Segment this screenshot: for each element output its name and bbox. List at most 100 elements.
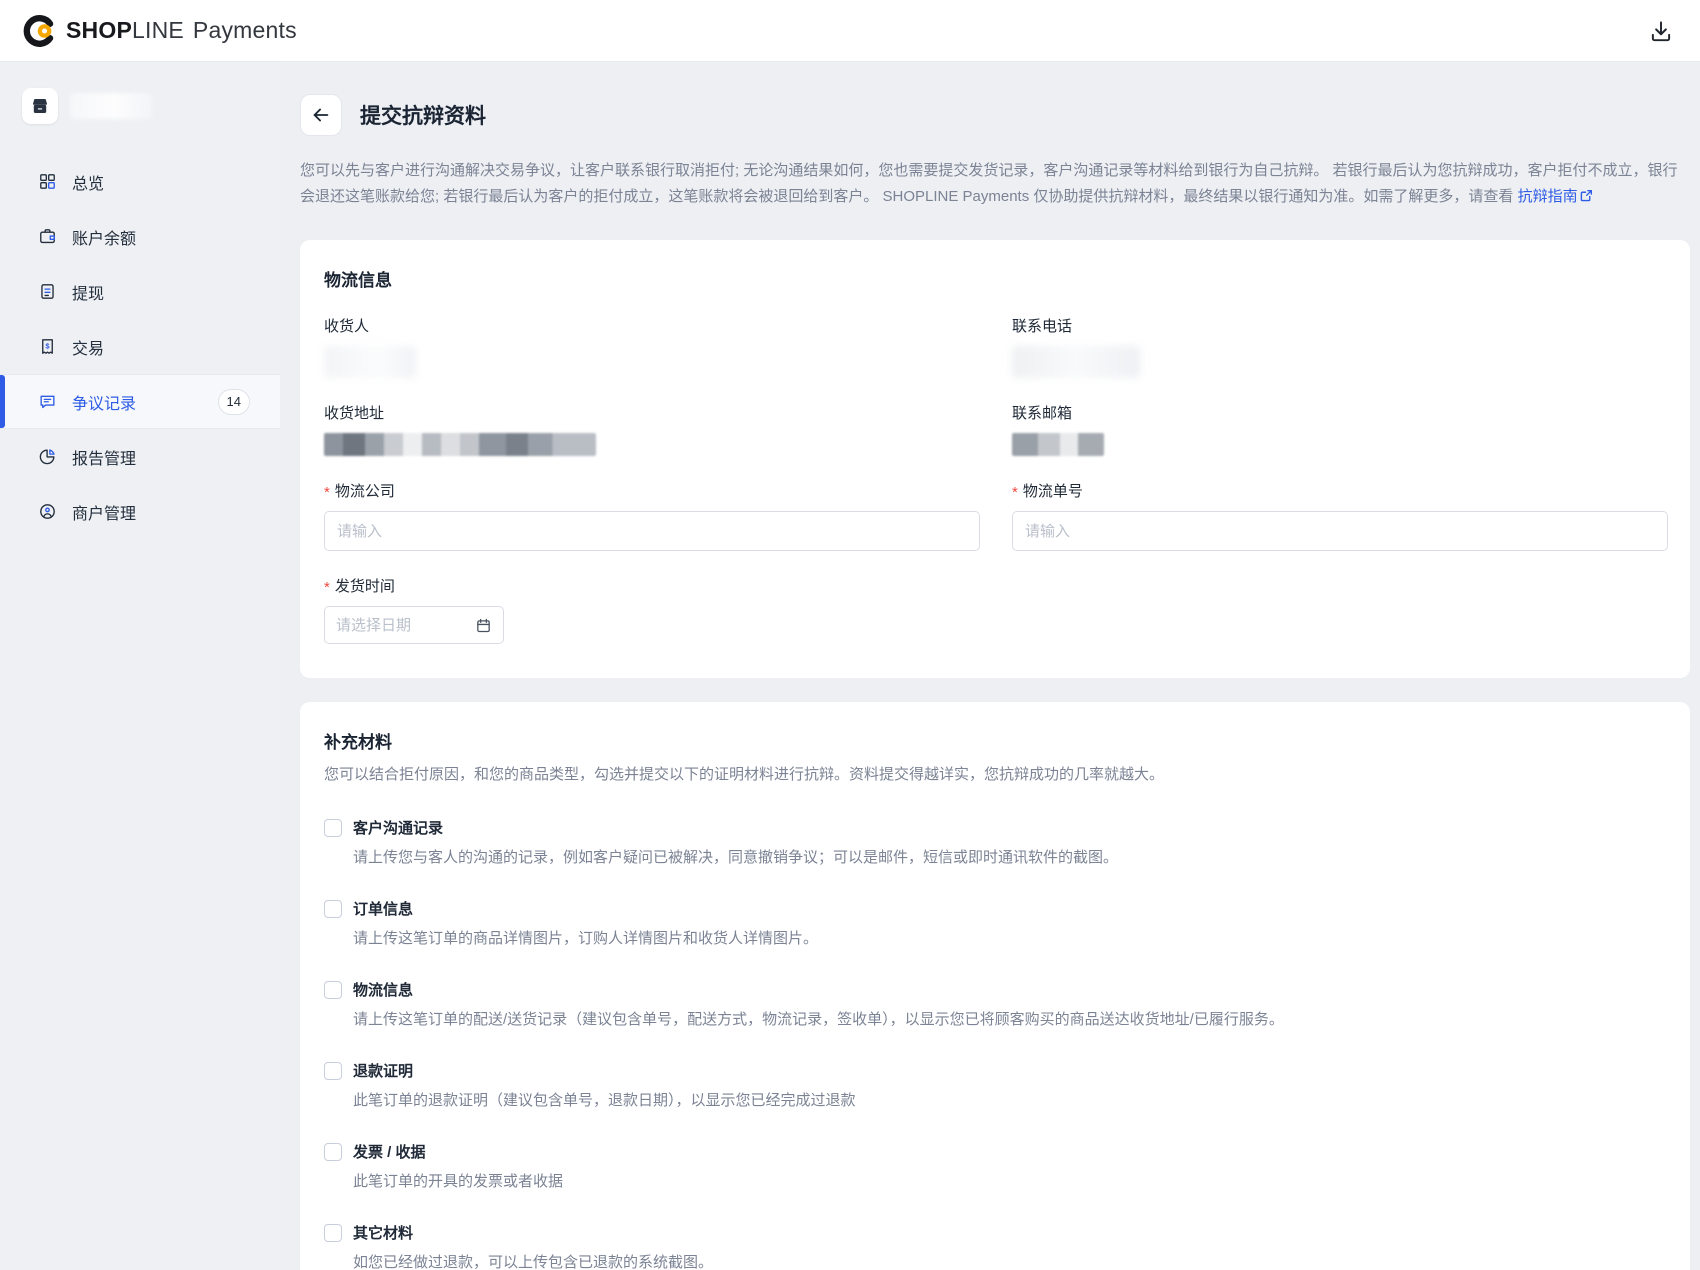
- logistics-company-label: 物流公司: [334, 483, 395, 500]
- sidebar: 总览 账户余额 提现 $ 交易 争议记录 14 报告管理 商户管理: [0, 62, 280, 1270]
- intro-paragraph: 您可以先与客户进行沟通解决交易争议，让客户联系银行取消拒付; 无论沟通结果如何，…: [300, 158, 1690, 210]
- material-checkbox[interactable]: [324, 1061, 342, 1080]
- logistics-field-grid: 收货人 联系电话 收货地址 联系邮箱 * 物流公司 请输入 * 物流单号 请输入…: [324, 315, 1668, 648]
- disputes-icon: [38, 392, 57, 411]
- material-checkbox[interactable]: [324, 1223, 342, 1242]
- consignee-label: 收货人: [324, 318, 370, 335]
- page-header: 提交抗辩资料: [300, 94, 1700, 136]
- ship-date-picker[interactable]: [324, 606, 504, 644]
- sidebar-item-overview[interactable]: 总览: [0, 154, 280, 209]
- download-icon: [1651, 20, 1671, 41]
- material-label: 订单信息: [353, 901, 414, 918]
- material-label: 客户沟通记录: [353, 820, 444, 837]
- logistics-card-title: 物流信息: [324, 271, 392, 290]
- material-item: 退款证明 此笔订单的退款证明（建议包含单号，退款日期），以显示您已经完成过退款: [324, 1060, 1666, 1112]
- balance-icon: [38, 227, 57, 246]
- material-item: 客户沟通记录 请上传您与客人的沟通的记录，例如客户疑问已被解决，同意撤销争议；可…: [324, 817, 1666, 869]
- store-selector[interactable]: [0, 88, 280, 124]
- material-item: 订单信息 请上传这笔订单的商品详情图片，订购人详情图片和收货人详情图片。: [324, 898, 1666, 950]
- ship-date-input[interactable]: [336, 616, 467, 634]
- main-content: 提交抗辩资料 您可以先与客户进行沟通解决交易争议，让客户联系银行取消拒付; 无论…: [280, 62, 1700, 1270]
- overview-icon: [38, 172, 57, 191]
- shopline-logo-icon: [23, 14, 54, 47]
- dispute-count-badge: 14: [217, 388, 250, 415]
- sidebar-item-label: 争议记录: [72, 395, 137, 413]
- material-checkbox[interactable]: [324, 1142, 342, 1161]
- material-label: 退款证明: [353, 1063, 414, 1080]
- material-label: 发票 / 收据: [353, 1144, 426, 1161]
- logistics-info-card: 物流信息 收货人 联系电话 收货地址 联系邮箱 * 物流公司 请输入 * 物流单…: [300, 240, 1690, 678]
- logistics-company-input[interactable]: [324, 511, 980, 551]
- required-marker: *: [324, 579, 330, 596]
- sidebar-item-label: 商户管理: [72, 505, 137, 523]
- materials-list: 客户沟通记录 请上传您与客人的沟通的记录，例如客户疑问已被解决，同意撤销争议；可…: [324, 817, 1666, 1270]
- brand-name: SHOP LINE Payments: [66, 17, 297, 44]
- sidebar-item-reports[interactable]: 报告管理: [0, 429, 280, 484]
- supplementary-materials-card: 补充材料 您可以结合拒付原因，和您的商品类型，勾选并提交以下的证明材料进行抗辩。…: [300, 702, 1690, 1270]
- address-value-redacted: [324, 433, 596, 456]
- phone-field: 联系电话: [1012, 315, 1668, 378]
- brand-logo: SHOP LINE Payments: [22, 14, 297, 48]
- back-button[interactable]: [300, 94, 342, 136]
- required-marker: *: [1012, 484, 1018, 501]
- material-checkbox[interactable]: [324, 899, 342, 918]
- email-field: 联系邮箱: [1012, 402, 1668, 456]
- phone-value-redacted: [1012, 346, 1140, 378]
- required-marker: *: [324, 484, 330, 501]
- brand-line: LINE: [131, 17, 184, 43]
- sidebar-item-label: 账户余额: [72, 230, 137, 248]
- transactions-icon: $: [38, 337, 57, 356]
- material-description: 此笔订单的退款证明（建议包含单号，退款日期），以显示您已经完成过退款: [353, 1092, 856, 1109]
- sidebar-item-merchant[interactable]: 商户管理: [0, 484, 280, 539]
- top-bar: SHOP LINE Payments: [0, 0, 1700, 62]
- material-description: 请上传这笔订单的商品详情图片，订购人详情图片和收货人详情图片。: [353, 930, 819, 947]
- sidebar-item-withdrawal[interactable]: 提现: [0, 264, 280, 319]
- material-label: 其它材料: [353, 1225, 414, 1242]
- material-description: 如您已经做过退款，可以上传包含已退款的系统截图。: [353, 1254, 714, 1270]
- reports-icon: [38, 447, 57, 466]
- materials-card-subtitle: 您可以结合拒付原因，和您的商品类型，勾选并提交以下的证明材料进行抗辩。资料提交得…: [324, 766, 1165, 783]
- material-checkbox[interactable]: [324, 818, 342, 837]
- email-label: 联系邮箱: [1012, 405, 1073, 422]
- brand-shop: SHOP: [66, 17, 132, 43]
- email-value-redacted: [1012, 433, 1104, 456]
- address-label: 收货地址: [324, 405, 385, 422]
- material-item: 其它材料 如您已经做过退款，可以上传包含已退款的系统截图。: [324, 1222, 1666, 1270]
- material-checkbox[interactable]: [324, 980, 342, 999]
- store-name-redacted: [70, 93, 152, 119]
- consignee-value-redacted: [324, 346, 416, 378]
- phone-label: 联系电话: [1012, 318, 1073, 335]
- sidebar-item-label: 提现: [72, 285, 105, 303]
- material-label: 物流信息: [353, 982, 414, 999]
- ship-date-field: * 发货时间: [324, 575, 980, 644]
- tracking-number-input[interactable]: [1012, 511, 1668, 551]
- download-button[interactable]: [1648, 18, 1674, 44]
- merchant-icon: [38, 502, 57, 521]
- sidebar-item-label: 报告管理: [72, 450, 137, 468]
- storefront-icon: [32, 98, 48, 114]
- material-description: 请上传您与客人的沟通的记录，例如客户疑问已被解决，同意撤销争议；可以是邮件，短信…: [353, 849, 1119, 866]
- materials-card-title: 补充材料: [324, 733, 392, 752]
- material-item: 发票 / 收据 此笔订单的开具的发票或者收据: [324, 1141, 1666, 1193]
- page-title: 提交抗辩资料: [360, 105, 486, 128]
- ship-date-label: 发货时间: [334, 578, 395, 595]
- sidebar-item-transactions[interactable]: $ 交易: [0, 319, 280, 374]
- svg-text:$: $: [45, 341, 50, 350]
- sidebar-item-balance[interactable]: 账户余额: [0, 209, 280, 264]
- intro-text: 您可以先与客户进行沟通解决交易争议，让客户联系银行取消拒付; 无论沟通结果如何，…: [300, 162, 1678, 205]
- sidebar-item-label: 总览: [72, 175, 105, 193]
- material-description: 此笔订单的开具的发票或者收据: [353, 1173, 564, 1190]
- arrow-left-icon: [313, 108, 329, 122]
- material-description: 请上传这笔订单的配送/送货记录（建议包含单号，配送方式，物流记录，签收单），以显…: [353, 1011, 1284, 1028]
- tracking-number-field: * 物流单号: [1012, 480, 1668, 551]
- brand-product: Payments: [192, 17, 297, 43]
- defense-guide-link[interactable]: 抗辩指南: [1518, 188, 1578, 205]
- sidebar-item-disputes[interactable]: 争议记录 14: [0, 374, 280, 429]
- calendar-icon[interactable]: [475, 617, 492, 634]
- consignee-field: 收货人: [324, 315, 980, 378]
- sidebar-nav: 总览 账户余额 提现 $ 交易 争议记录 14 报告管理 商户管理: [0, 154, 280, 539]
- store-tile[interactable]: [22, 88, 58, 124]
- sidebar-item-label: 交易: [72, 340, 105, 358]
- logistics-company-field: * 物流公司: [324, 480, 980, 551]
- address-field: 收货地址: [324, 402, 980, 456]
